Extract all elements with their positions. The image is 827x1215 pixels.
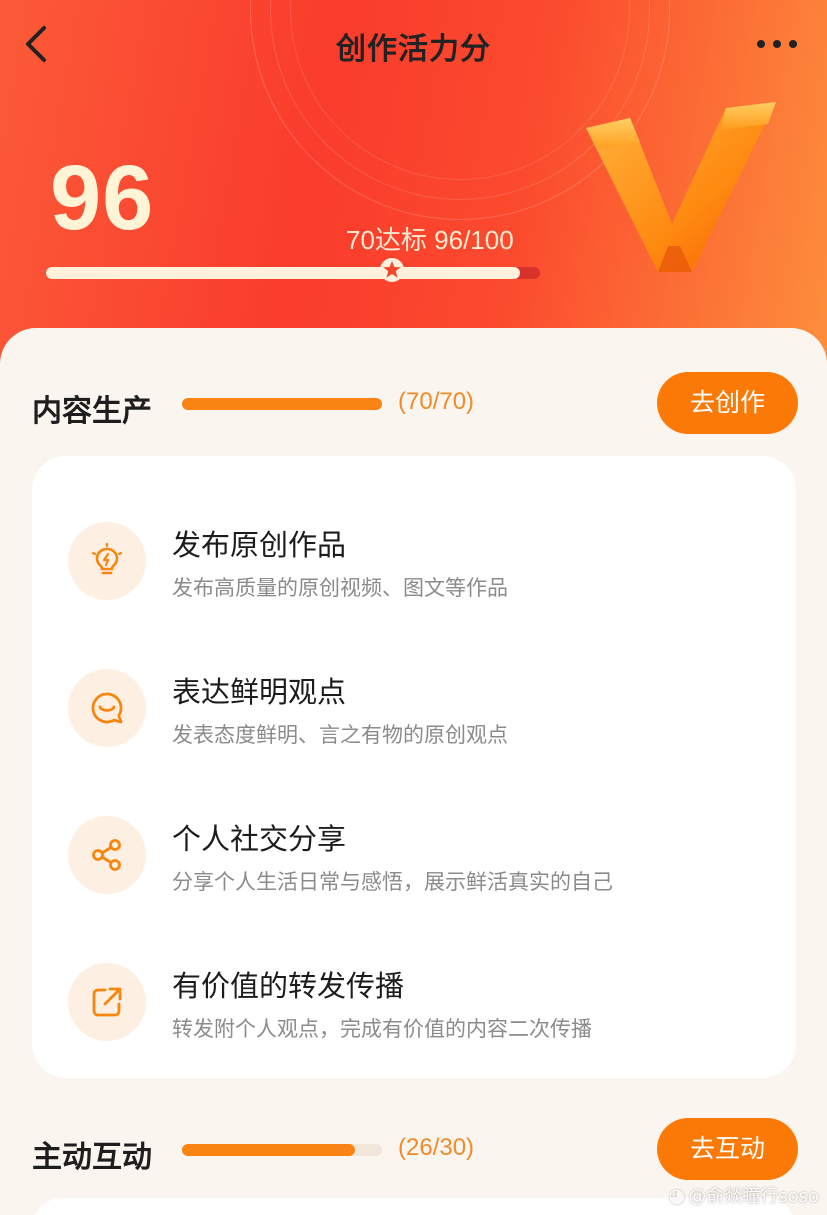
section-title: 主动互动 xyxy=(32,1140,152,1175)
forward-icon xyxy=(92,987,122,1017)
item-title: 有价值的转发传播 xyxy=(172,969,405,1003)
page-title: 创作活力分 xyxy=(336,32,491,67)
item-icon-wrap xyxy=(68,669,146,747)
section-title: 内容生产 xyxy=(32,394,152,429)
watermark-text: @俞燚瞳行soso xyxy=(688,1186,819,1207)
list-item[interactable]: 有价值的转发传播 转发附个人观点，完成有价值的内容二次传播 xyxy=(32,943,796,1063)
list-item[interactable]: 发布原创作品 发布高质量的原创视频、图文等作品 xyxy=(32,502,796,622)
section-active-interaction: 主动互动 (26/30) 去互动 xyxy=(32,1118,798,1182)
item-title: 发布原创作品 xyxy=(172,528,347,562)
list-item[interactable]: 个人社交分享 分享个人生活日常与感悟，展示鲜活真实的自己 xyxy=(32,796,796,916)
weibo-icon: ◕ xyxy=(668,1185,686,1207)
item-icon-wrap xyxy=(68,816,146,894)
section-progress-bar xyxy=(182,1144,382,1156)
section-content-production: 内容生产 (70/70) 去创作 xyxy=(32,372,798,436)
item-subtitle: 发布高质量的原创视频、图文等作品 xyxy=(172,576,508,600)
vitality-score: 96 xyxy=(50,147,155,249)
list-item[interactable]: 表达鲜明观点 发表态度鲜明、言之有物的原创观点 xyxy=(32,649,796,769)
score-progress-bar xyxy=(46,258,540,282)
lightbulb-icon xyxy=(91,543,123,575)
item-icon-wrap xyxy=(68,522,146,600)
speech-smile-icon xyxy=(91,692,123,724)
section-progress-fill xyxy=(182,1144,356,1156)
task-card: 发布原创作品 发布高质量的原创视频、图文等作品 表达鲜明观点 发表态度鲜明、言之… xyxy=(32,456,796,1078)
section-count: (26/30) xyxy=(398,1134,475,1161)
go-create-button[interactable]: 去创作 xyxy=(657,372,798,434)
score-progress-fill xyxy=(46,267,521,279)
section-progress-fill xyxy=(182,398,382,410)
score-target-text: 70达标 96/100 xyxy=(346,225,514,255)
more-dots-icon xyxy=(757,40,797,48)
go-interact-button[interactable]: 去互动 xyxy=(657,1118,798,1180)
section-progress-bar xyxy=(182,398,382,410)
watermark: ◕ @俞燚瞳行soso xyxy=(669,1182,819,1208)
share-icon xyxy=(92,839,121,871)
item-subtitle: 转发附个人观点，完成有价值的内容二次传播 xyxy=(172,1017,592,1041)
item-title: 表达鲜明观点 xyxy=(172,675,347,709)
hero-banner: 创作活力分 96 70达标 96/100 xyxy=(0,0,827,380)
item-icon-wrap xyxy=(68,963,146,1041)
item-title: 个人社交分享 xyxy=(172,822,347,856)
target-star-icon xyxy=(379,258,404,282)
item-subtitle: 分享个人生活日常与感悟，展示鲜活真实的自己 xyxy=(172,870,613,894)
item-subtitle: 发表态度鲜明、言之有物的原创观点 xyxy=(172,723,508,747)
section-count: (70/70) xyxy=(398,388,475,415)
v-badge-icon xyxy=(586,102,776,272)
more-options-button[interactable] xyxy=(753,30,803,58)
